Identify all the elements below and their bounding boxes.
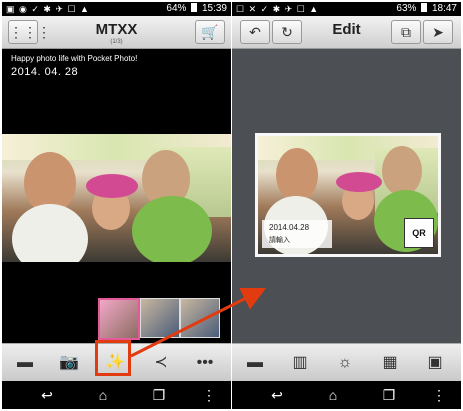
back-icon: ↩ bbox=[271, 387, 283, 403]
brightness-icon: ☼ bbox=[337, 354, 353, 371]
status-icons: ▣ ◉ ✓ ✱ ✈ ☐ ▲ bbox=[6, 4, 90, 14]
home-button[interactable]: ⌂ bbox=[88, 386, 118, 404]
status-time-edit: 18:47 bbox=[431, 3, 457, 14]
date-stamp[interactable]: 2014.04.28 請輸入 bbox=[262, 220, 332, 248]
qr-code[interactable]: QR bbox=[404, 218, 434, 248]
edit-canvas: 2014.04.28 請輸入 QR bbox=[232, 49, 461, 343]
cart-button[interactable]: 🛒 bbox=[195, 20, 225, 44]
share-icon: ≺ bbox=[154, 354, 168, 371]
overflow-button[interactable]: ⋮ bbox=[194, 386, 224, 404]
battery-percent-edit: 63% bbox=[396, 3, 417, 14]
battery-icon-edit bbox=[421, 3, 428, 12]
edit-title-bar: ↶ ↻ Edit ⧉ ➤ bbox=[232, 16, 461, 49]
back-icon: ↩ bbox=[41, 387, 53, 403]
more-icon: ••• bbox=[196, 354, 214, 371]
rotate-icon: ⧉ bbox=[401, 24, 411, 40]
home-icon: ⌂ bbox=[98, 387, 108, 403]
layers-icon: ▥ bbox=[292, 354, 308, 371]
send-button[interactable]: ➤ bbox=[423, 20, 453, 44]
title-bar: ⋮⋮⋮ MTXX (1/3) 🛒 bbox=[2, 16, 231, 49]
battery-percent: 64% bbox=[166, 3, 187, 14]
print-button[interactable]: ▬ bbox=[8, 346, 42, 380]
recent-apps-button-edit[interactable]: ❐ bbox=[374, 386, 404, 404]
edit-print-button[interactable]: ▬ bbox=[238, 346, 272, 380]
edit-toolbar: ▬ ▥ ☼ ▦ ▣ bbox=[232, 343, 461, 382]
share-button[interactable]: ≺ bbox=[144, 346, 178, 380]
stamp-text: 請輸入 bbox=[269, 237, 290, 244]
status-right-edit: 63% 18:47 bbox=[396, 3, 457, 14]
cart-icon: 🛒 bbox=[201, 24, 219, 40]
status-time: 15:39 bbox=[201, 3, 227, 14]
child-cap bbox=[86, 174, 138, 198]
recent-apps-icon: ❐ bbox=[382, 387, 396, 403]
recent-apps-button[interactable]: ❐ bbox=[144, 386, 174, 404]
camera-icon: 📷 bbox=[59, 354, 79, 371]
photo-date: 2014. 04. 28 bbox=[11, 66, 79, 78]
status-icons-edit: ☐ ✕ ✓ ✱ ✈ ☐ ▲ bbox=[236, 4, 320, 14]
thumbnail-2[interactable] bbox=[140, 298, 180, 338]
overflow-button-edit[interactable]: ⋮ bbox=[424, 386, 454, 404]
battery-icon bbox=[191, 3, 198, 12]
recent-apps-icon: ❐ bbox=[152, 387, 166, 403]
layout-icon: ▦ bbox=[382, 354, 398, 371]
print-icon: ▬ bbox=[247, 354, 263, 371]
person-left-shirt bbox=[12, 204, 88, 262]
overflow-icon: ⋮ bbox=[432, 387, 446, 403]
photo-viewer: Happy photo life with Pocket Photo! 2014… bbox=[2, 49, 231, 343]
edit-photo-card[interactable]: 2014.04.28 請輸入 QR bbox=[255, 133, 441, 257]
edit-person-right bbox=[382, 146, 422, 196]
frame-icon: ▣ bbox=[427, 354, 443, 371]
brightness-button[interactable]: ☼ bbox=[328, 346, 362, 380]
rotate-button[interactable]: ⧉ bbox=[391, 20, 421, 44]
thumbnail-3[interactable] bbox=[180, 298, 220, 338]
home-button-edit[interactable]: ⌂ bbox=[318, 386, 348, 404]
main-photo[interactable] bbox=[2, 134, 231, 262]
thumbnail-strip bbox=[98, 298, 220, 340]
edit-person-left bbox=[276, 148, 318, 202]
layers-button[interactable]: ▥ bbox=[283, 346, 317, 380]
person-right-sweater bbox=[132, 196, 212, 262]
overflow-icon: ⋮ bbox=[202, 387, 216, 403]
photo-caption: Happy photo life with Pocket Photo! bbox=[11, 54, 138, 63]
thumbnail-1[interactable] bbox=[98, 298, 140, 340]
back-button-edit[interactable]: ↩ bbox=[262, 386, 292, 404]
edit-child-cap bbox=[336, 172, 382, 192]
system-nav-bar-edit: ↩ ⌂ ❐ ⋮ bbox=[232, 381, 461, 409]
status-bar: ▣ ◉ ✓ ✱ ✈ ☐ ▲ 64% 15:39 bbox=[2, 2, 231, 16]
edit-photo: 2014.04.28 請輸入 QR bbox=[258, 136, 438, 254]
more-button[interactable]: ••• bbox=[188, 346, 222, 380]
system-nav-bar: ↩ ⌂ ❐ ⋮ bbox=[2, 381, 231, 409]
home-icon: ⌂ bbox=[328, 387, 338, 403]
edit-screen: ☐ ✕ ✓ ✱ ✈ ☐ ▲ 63% 18:47 ↶ ↻ Edit ⧉ ➤ 201… bbox=[232, 2, 461, 409]
send-icon: ➤ bbox=[432, 24, 444, 40]
status-bar-edit: ☐ ✕ ✓ ✱ ✈ ☐ ▲ 63% 18:47 bbox=[232, 2, 461, 16]
print-icon: ▬ bbox=[17, 354, 33, 371]
status-right: 64% 15:39 bbox=[166, 3, 227, 14]
back-button[interactable]: ↩ bbox=[32, 386, 62, 404]
frame-button[interactable]: ▣ bbox=[418, 346, 452, 380]
stamp-date: 2014.04.28 bbox=[269, 223, 310, 232]
layout-button[interactable]: ▦ bbox=[373, 346, 407, 380]
camera-button[interactable]: 📷 bbox=[52, 346, 86, 380]
highlight-box bbox=[95, 340, 131, 376]
